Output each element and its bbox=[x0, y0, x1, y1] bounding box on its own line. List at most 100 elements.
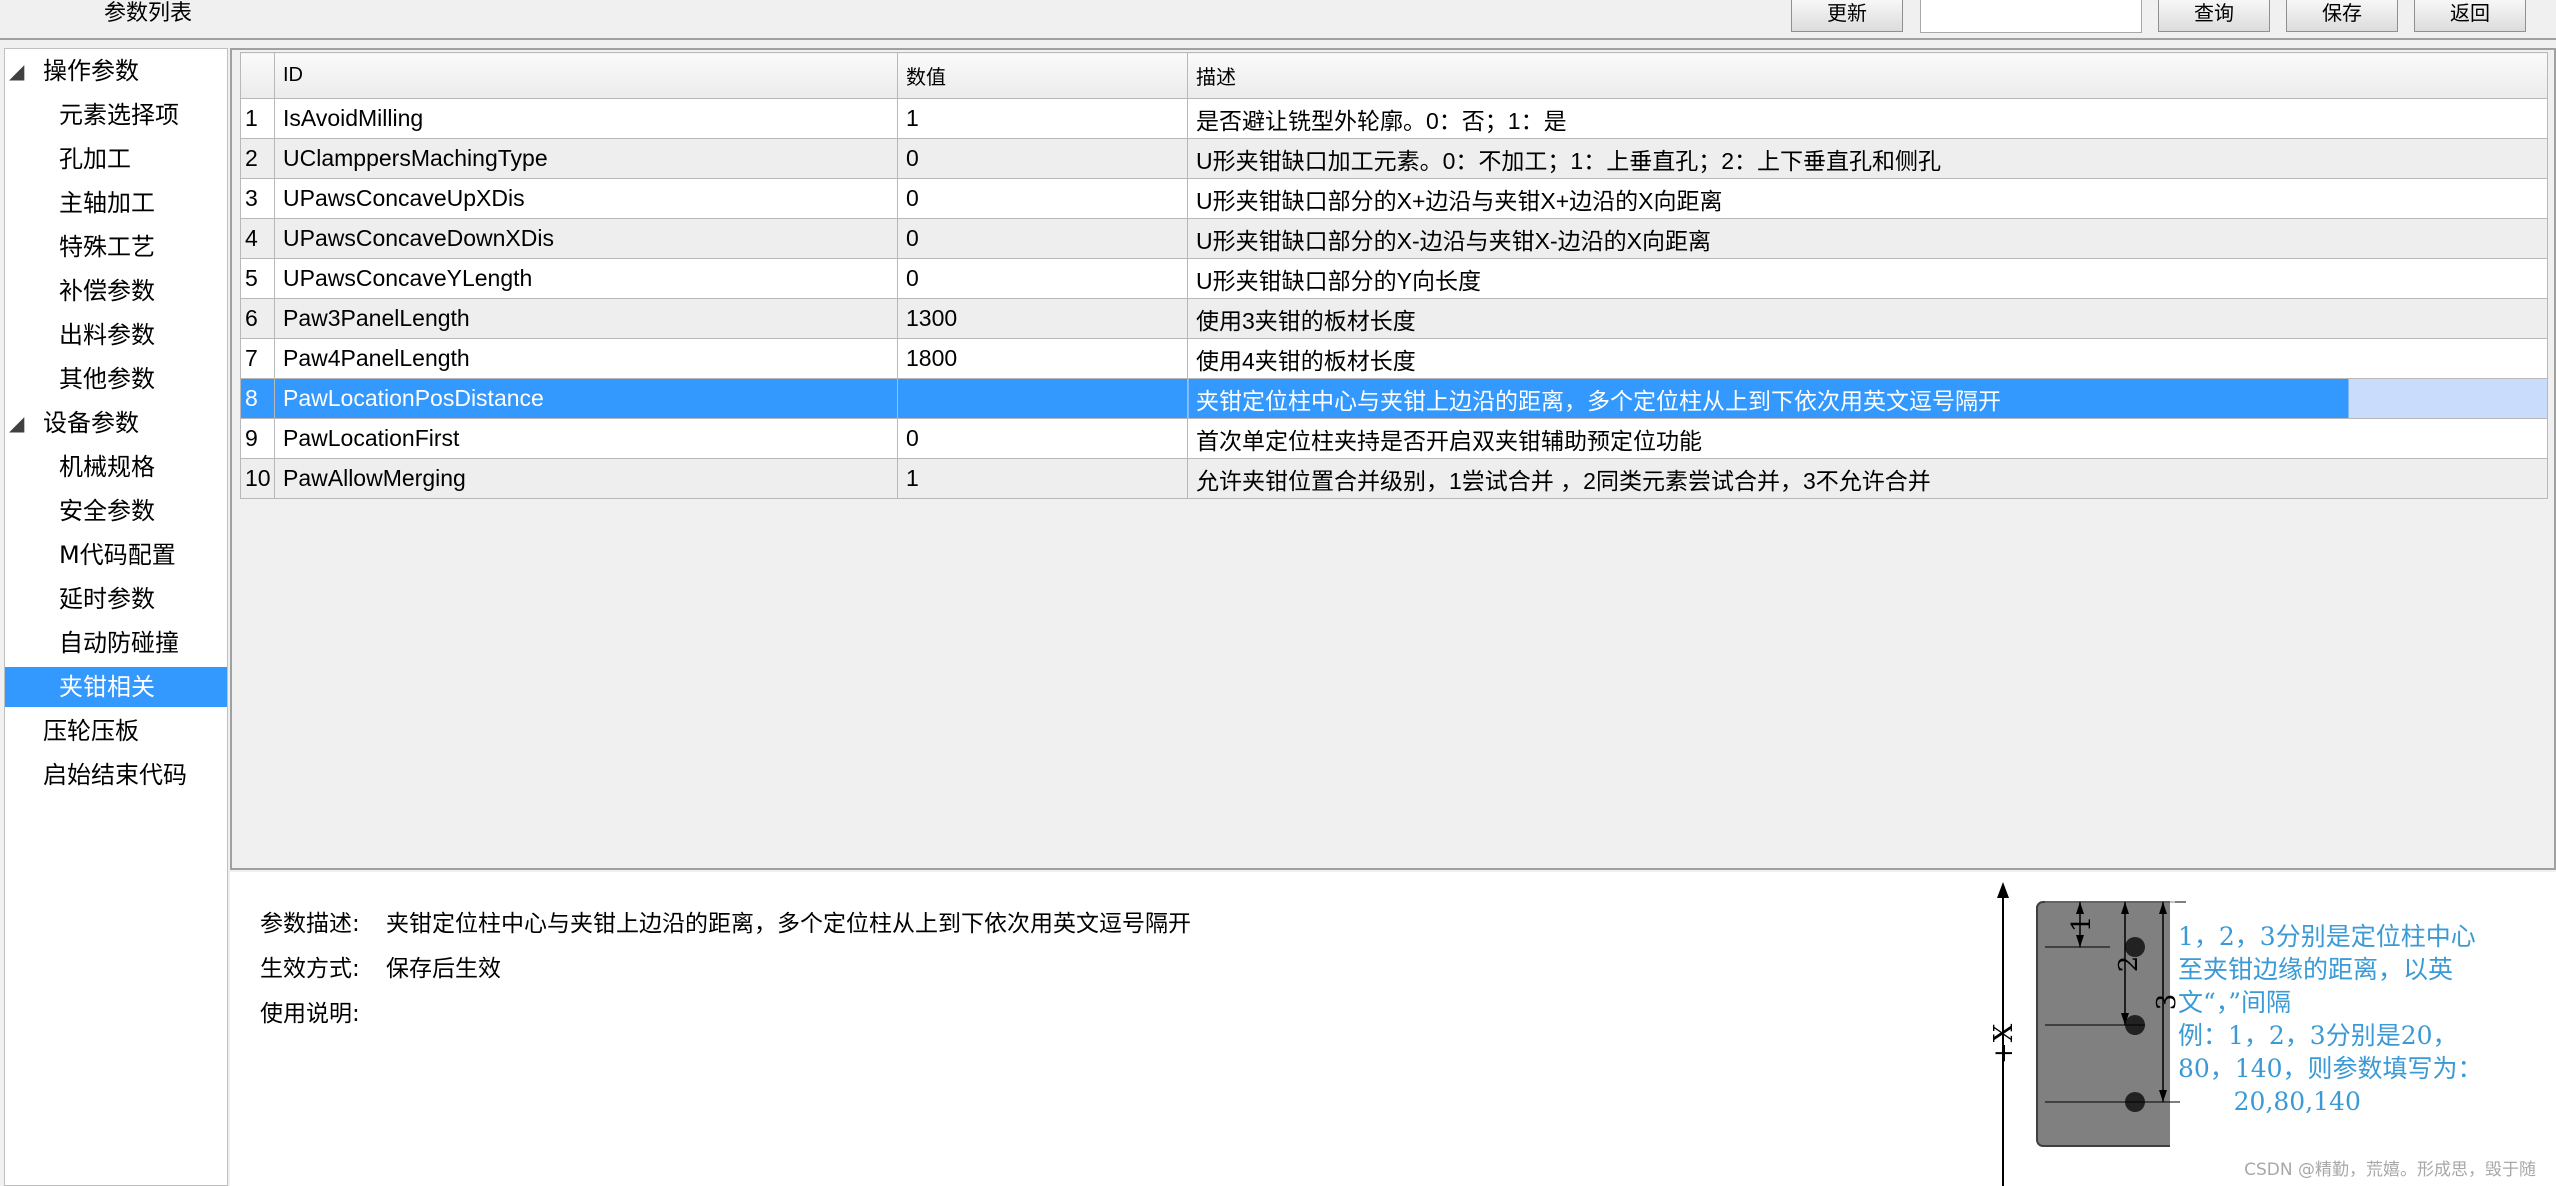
tree-group-equipment[interactable]: ◢ 设备参数 bbox=[5, 403, 227, 443]
note-line: 1，2，3分别是定位柱中心 bbox=[2178, 922, 2476, 951]
tree-item-start-end-code[interactable]: 启始结束代码 bbox=[5, 755, 227, 795]
tree-item-element-options[interactable]: 元素选择项 bbox=[5, 95, 227, 135]
search-input[interactable] bbox=[1920, 0, 2142, 33]
table-row[interactable]: 9 PawLocationFirst 0 首次单定位柱夹持是否开启双夹钳辅助预定位功能 bbox=[240, 418, 2548, 459]
cell-description[interactable]: 允许夹钳位置合并级别，1尝试合并 ，2同类元素尝试合并，3不允许合并 bbox=[1187, 458, 2548, 499]
table-row[interactable]: 4 UPawsConcaveDownXDis 0 U形夹钳缺口部分的X-边沿与夹钳X-… bbox=[240, 218, 2548, 259]
cell-description[interactable]: 夹钳定位柱中心与夹钳上边沿的距离，多个定位柱从上到下依次用英文逗号隔开 bbox=[1187, 378, 2548, 419]
cell-description[interactable]: 使用4夹钳的板材长度 bbox=[1187, 338, 2548, 379]
cell-id[interactable]: PawLocationFirst bbox=[274, 418, 898, 459]
cell-value[interactable]: 0 bbox=[897, 178, 1188, 219]
tree-item-spindle-machining[interactable]: 主轴加工 bbox=[5, 183, 227, 223]
table-row[interactable]: 10 PawAllowMerging 1 允许夹钳位置合并级别，1尝试合并 ，2同类元… bbox=[240, 458, 2548, 499]
dim-label-3: 3 bbox=[2152, 994, 2180, 1011]
row-index: 9 bbox=[240, 418, 275, 459]
cell-value[interactable]: 1800 bbox=[897, 338, 1188, 379]
tree-item-clamp[interactable]: 夹钳相关 bbox=[5, 667, 227, 707]
tree-item-compensation[interactable]: 补偿参数 bbox=[5, 271, 227, 311]
parameter-tree: ◢ 操作参数 元素选择项 孔加工 主轴加工 特殊工艺 补偿参数 出料参数 其他参… bbox=[4, 48, 228, 1186]
cell-value[interactable]: 0 bbox=[897, 138, 1188, 179]
tree-group-operation[interactable]: ◢ 操作参数 bbox=[5, 51, 227, 91]
tree-item-hole-machining[interactable]: 孔加工 bbox=[5, 139, 227, 179]
expand-arrow-icon[interactable]: ◢ bbox=[9, 403, 24, 443]
tree-item-press-roller[interactable]: 压轮压板 bbox=[5, 711, 227, 751]
tree-item-mcode[interactable]: M代码配置 bbox=[5, 535, 227, 575]
cell-value[interactable]: 1 bbox=[897, 458, 1188, 499]
expand-arrow-icon[interactable]: ◢ bbox=[9, 51, 24, 91]
cell-id[interactable]: Paw3PanelLength bbox=[274, 298, 898, 339]
cell-id[interactable]: PawLocationPosDistance bbox=[274, 378, 898, 419]
tree-item-label: 其他参数 bbox=[59, 365, 155, 393]
cell-value[interactable]: 0 bbox=[897, 418, 1188, 459]
cell-value[interactable]: 0 bbox=[897, 258, 1188, 299]
tree-item-label: M代码配置 bbox=[59, 541, 176, 569]
tree-item-anti-collision[interactable]: 自动防碰撞 bbox=[5, 623, 227, 663]
tree-item-label: 孔加工 bbox=[59, 145, 131, 173]
tree-item-other[interactable]: 其他参数 bbox=[5, 359, 227, 399]
column-header-description[interactable]: 描述 bbox=[1187, 52, 2548, 99]
row-index: 1 bbox=[240, 98, 275, 139]
table-row[interactable]: 5 UPawsConcaveYLength 0 U形夹钳缺口部分的Y向长度 bbox=[240, 258, 2548, 299]
tree-item-safety[interactable]: 安全参数 bbox=[5, 491, 227, 531]
top-toolbar: 参数列表 更新 查询 保存 返回 bbox=[0, 0, 2556, 40]
cell-description[interactable]: U形夹钳缺口部分的Y向长度 bbox=[1187, 258, 2548, 299]
tree-item-label: 出料参数 bbox=[59, 321, 155, 349]
cell-description[interactable]: U形夹钳缺口部分的X-边沿与夹钳X-边沿的X向距离 bbox=[1187, 218, 2548, 259]
cell-description[interactable]: 使用3夹钳的板材长度 bbox=[1187, 298, 2548, 339]
cell-value[interactable] bbox=[897, 378, 1188, 419]
cell-value[interactable]: 0 bbox=[897, 218, 1188, 259]
row-index: 6 bbox=[240, 298, 275, 339]
column-header-value[interactable]: 数值 bbox=[897, 52, 1188, 99]
back-button[interactable]: 返回 bbox=[2414, 0, 2526, 32]
table-row[interactable]: 7 Paw4PanelLength 1800 使用4夹钳的板材长度 bbox=[240, 338, 2548, 379]
cell-description[interactable]: U形夹钳缺口部分的X+边沿与夹钳X+边沿的X向距离 bbox=[1187, 178, 2548, 219]
x-axis-label: +X bbox=[1989, 1023, 2019, 1064]
cell-id[interactable]: UPawsConcaveYLength bbox=[274, 258, 898, 299]
row-index: 10 bbox=[240, 458, 275, 499]
cell-id[interactable]: UClamppersMachingType bbox=[274, 138, 898, 179]
table-row[interactable]: 6 Paw3PanelLength 1300 使用3夹钳的板材长度 bbox=[240, 298, 2548, 339]
save-button[interactable]: 保存 bbox=[2286, 0, 2398, 32]
cell-id[interactable]: IsAvoidMilling bbox=[274, 98, 898, 139]
cell-description[interactable]: 首次单定位柱夹持是否开启双夹钳辅助预定位功能 bbox=[1187, 418, 2548, 459]
cell-description[interactable]: U形夹钳缺口加工元素。0：不加工；1：上垂直孔；2：上下垂直孔和侧孔 bbox=[1187, 138, 2548, 179]
watermark: CSDN @精勤，荒嬉。形成思，毁于随 bbox=[2244, 1160, 2536, 1180]
table-row[interactable]: 3 UPawsConcaveUpXDis 0 U形夹钳缺口部分的X+边沿与夹钳X+边沿… bbox=[240, 178, 2548, 219]
tree-item-output[interactable]: 出料参数 bbox=[5, 315, 227, 355]
tree-item-label: 自动防碰撞 bbox=[59, 629, 179, 657]
tree-item-label: 特殊工艺 bbox=[59, 233, 155, 261]
tree-item-label: 启始结束代码 bbox=[43, 761, 187, 789]
cell-id[interactable]: UPawsConcaveDownXDis bbox=[274, 218, 898, 259]
table-row[interactable]: 1 IsAvoidMilling 1 是否避让铣型外轮廓。0：否；1：是 bbox=[240, 98, 2548, 139]
refresh-button[interactable]: 更新 bbox=[1791, 0, 1903, 32]
tree-item-label: 元素选择项 bbox=[59, 101, 179, 129]
tree-item-delay[interactable]: 延时参数 bbox=[5, 579, 227, 619]
tree-item-label: 延时参数 bbox=[59, 585, 155, 613]
tree-group-label: 设备参数 bbox=[43, 409, 139, 437]
row-index: 4 bbox=[240, 218, 275, 259]
note-line: 20,80,140 bbox=[2178, 1087, 2361, 1116]
tree-item-special-process[interactable]: 特殊工艺 bbox=[5, 227, 227, 267]
cell-value[interactable]: 1 bbox=[897, 98, 1188, 139]
row-index: 3 bbox=[240, 178, 275, 219]
table-row[interactable]: 2 UClamppersMachingType 0 U形夹钳缺口加工元素。0：不加工；… bbox=[240, 138, 2548, 179]
note-line: 文“，”间隔 bbox=[2178, 988, 2292, 1017]
cell-id[interactable]: UPawsConcaveUpXDis bbox=[274, 178, 898, 219]
tree-item-label: 补偿参数 bbox=[59, 277, 155, 305]
query-button[interactable]: 查询 bbox=[2158, 0, 2270, 32]
tree-item-label: 安全参数 bbox=[59, 497, 155, 525]
parameter-grid-area: ID 数值 描述 1 IsAvoidMilling 1 是否避让铣型外轮廓。0：否；1… bbox=[230, 48, 2556, 870]
cell-id[interactable]: Paw4PanelLength bbox=[274, 338, 898, 379]
cell-description[interactable]: 是否避让铣型外轮廓。0：否；1：是 bbox=[1187, 98, 2548, 139]
cell-value[interactable]: 1300 bbox=[897, 298, 1188, 339]
effect-value: 保存后生效 bbox=[386, 956, 501, 982]
tree-item-label: 压轮压板 bbox=[43, 717, 139, 745]
page-title: 参数列表 bbox=[104, 1, 193, 26]
tree-item-machine-spec[interactable]: 机械规格 bbox=[5, 447, 227, 487]
usage-label: 使用说明: bbox=[260, 1001, 360, 1027]
table-row-selected[interactable]: 8 PawLocationPosDistance 夹钳定位柱中心与夹钳上边沿的距离，… bbox=[240, 378, 2548, 419]
detail-panel: 参数描述: 夹钳定位柱中心与夹钳上边沿的距离，多个定位柱从上到下依次用英文逗号隔… bbox=[230, 872, 2556, 1186]
row-index: 8 bbox=[240, 378, 275, 419]
cell-id[interactable]: PawAllowMerging bbox=[274, 458, 898, 499]
column-header-id[interactable]: ID bbox=[274, 52, 898, 99]
